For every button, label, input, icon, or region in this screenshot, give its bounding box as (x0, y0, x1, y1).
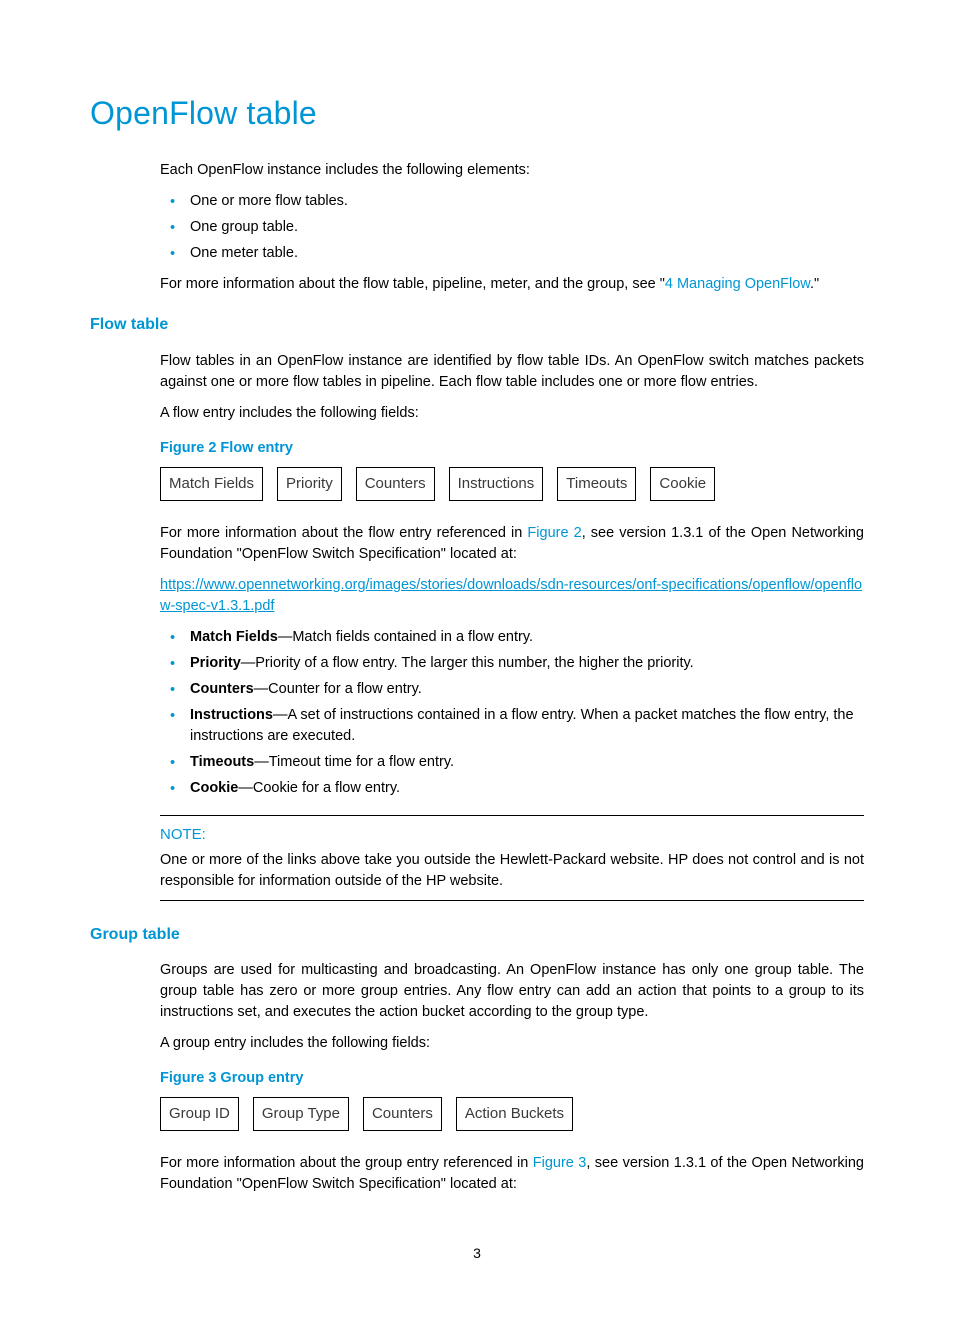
figure-3-diagram: Group ID Group Type Counters Action Buckets (160, 1097, 864, 1131)
figure-3-caption: Figure 3 Group entry (160, 1068, 864, 1089)
field-term: Priority (190, 655, 241, 671)
list-item: One meter table. (160, 243, 864, 264)
figure-2-caption: Figure 2 Flow entry (160, 438, 864, 459)
diagram-cell: Priority (277, 467, 342, 501)
field-desc: —Priority of a flow entry. The larger th… (241, 655, 694, 671)
text: For more information about the flow tabl… (160, 276, 665, 292)
text: ." (810, 276, 819, 292)
field-term: Timeouts (190, 754, 254, 770)
flow-table-heading: Flow table (90, 313, 864, 336)
intro-bullet-list: One or more flow tables. One group table.… (160, 191, 864, 264)
note-box: NOTE: One or more of the links above tak… (160, 815, 864, 901)
list-item: Match Fields—Match fields contained in a… (160, 627, 864, 648)
list-item: Cookie—Cookie for a flow entry. (160, 778, 864, 799)
diagram-cell: Match Fields (160, 467, 263, 501)
flow-table-p2: A flow entry includes the following fiel… (160, 403, 864, 424)
flow-table-p1: Flow tables in an OpenFlow instance are … (160, 351, 864, 393)
field-desc: —Match fields contained in a flow entry. (278, 629, 533, 645)
field-desc: —Counter for a flow entry. (254, 681, 422, 697)
list-item: Instructions—A set of instructions conta… (160, 705, 864, 747)
more-info-paragraph: For more information about the flow tabl… (160, 274, 864, 295)
group-table-p3: For more information about the group ent… (160, 1153, 864, 1195)
diagram-cell: Group Type (253, 1097, 349, 1131)
diagram-cell: Timeouts (557, 467, 636, 501)
figure-2-link[interactable]: Figure 2 (527, 525, 581, 541)
group-table-heading: Group table (90, 923, 864, 946)
diagram-cell: Counters (363, 1097, 442, 1131)
field-term: Counters (190, 681, 254, 697)
list-item: Priority—Priority of a flow entry. The l… (160, 653, 864, 674)
field-term: Match Fields (190, 629, 278, 645)
openflow-spec-link[interactable]: https://www.opennetworking.org/images/st… (160, 577, 862, 614)
list-item: One or more flow tables. (160, 191, 864, 212)
text: For more information about the flow entr… (160, 525, 527, 541)
field-term: Instructions (190, 707, 273, 723)
flow-table-p3: For more information about the flow entr… (160, 523, 864, 565)
group-table-p2: A group entry includes the following fie… (160, 1033, 864, 1054)
field-desc: —Cookie for a flow entry. (238, 780, 400, 796)
note-title: NOTE: (160, 824, 864, 846)
list-item: Counters—Counter for a flow entry. (160, 679, 864, 700)
note-body: One or more of the links above take you … (160, 850, 864, 892)
diagram-cell: Instructions (449, 467, 544, 501)
diagram-cell: Action Buckets (456, 1097, 573, 1131)
spec-url-paragraph: https://www.opennetworking.org/images/st… (160, 575, 864, 617)
text: For more information about the group ent… (160, 1155, 533, 1171)
diagram-cell: Counters (356, 467, 435, 501)
diagram-cell: Group ID (160, 1097, 239, 1131)
page-number: 3 (90, 1243, 864, 1263)
list-item: One group table. (160, 217, 864, 238)
field-term: Cookie (190, 780, 238, 796)
field-desc: —Timeout time for a flow entry. (254, 754, 454, 770)
diagram-cell: Cookie (650, 467, 715, 501)
intro-paragraph: Each OpenFlow instance includes the foll… (160, 160, 864, 181)
list-item: Timeouts—Timeout time for a flow entry. (160, 752, 864, 773)
figure-2-diagram: Match Fields Priority Counters Instructions… (160, 467, 864, 501)
flow-fields-list: Match Fields—Match fields contained in a… (160, 627, 864, 799)
figure-3-link[interactable]: Figure 3 (533, 1155, 587, 1171)
field-desc: —A set of instructions contained in a fl… (190, 707, 854, 744)
managing-openflow-link[interactable]: 4 Managing OpenFlow (665, 276, 810, 292)
page-title: OpenFlow table (90, 90, 864, 136)
group-table-p1: Groups are used for multicasting and bro… (160, 960, 864, 1023)
